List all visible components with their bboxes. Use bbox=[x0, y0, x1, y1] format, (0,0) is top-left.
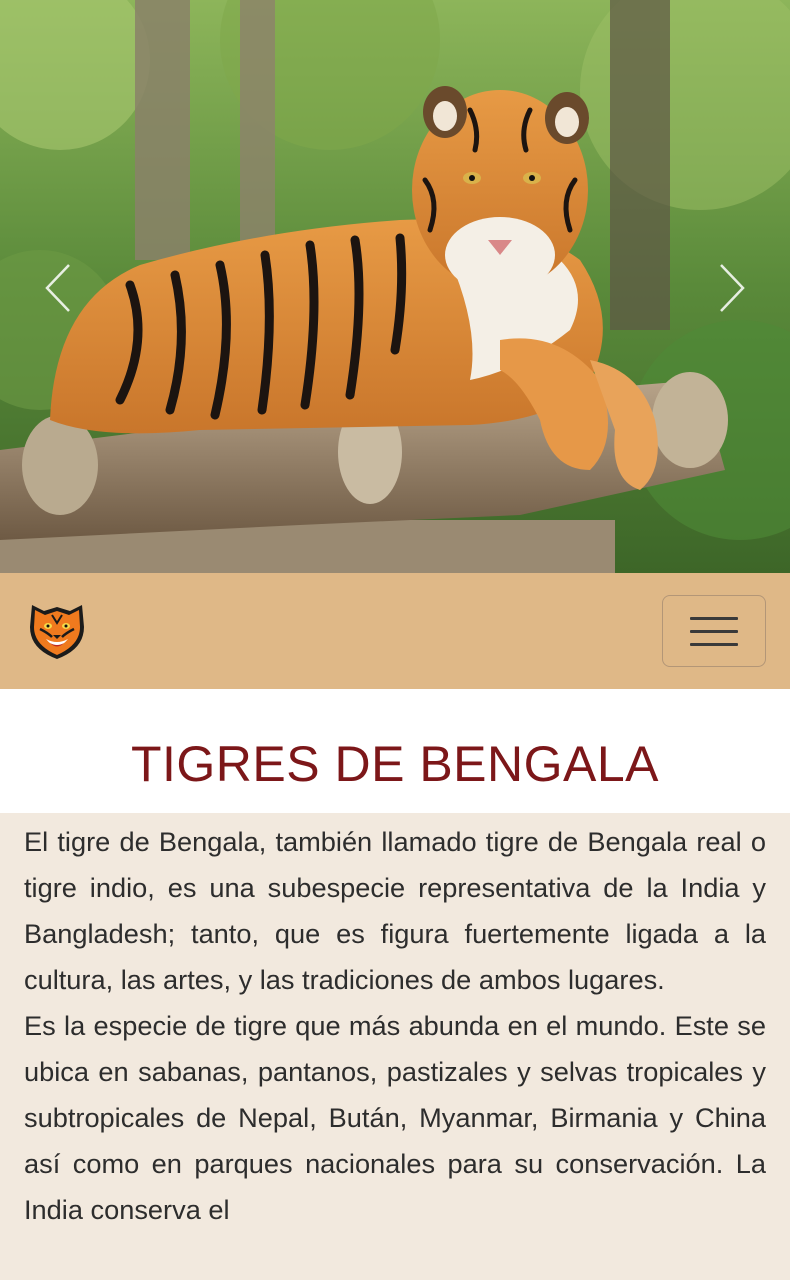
tiger-photo bbox=[0, 0, 790, 573]
hamburger-menu-button[interactable] bbox=[662, 595, 766, 667]
article-content: El tigre de Bengala, también llamado tig… bbox=[0, 813, 790, 1233]
carousel-prev-button[interactable] bbox=[38, 258, 78, 318]
tiger-head-icon bbox=[30, 604, 84, 659]
paragraph-intro: El tigre de Bengala, también llamado tig… bbox=[24, 826, 766, 995]
carousel-next-button[interactable] bbox=[712, 258, 752, 318]
navbar bbox=[0, 573, 790, 689]
chevron-right-icon bbox=[720, 264, 745, 312]
paragraph-habitat: Es la especie de tigre que más abunda en… bbox=[24, 1010, 766, 1225]
page-title: TIGRES DE BENGALA bbox=[130, 736, 660, 792]
brand-logo-link[interactable] bbox=[26, 597, 88, 666]
hamburger-menu-icon bbox=[690, 629, 738, 633]
hamburger-menu-icon bbox=[690, 616, 738, 620]
hamburger-menu-icon bbox=[690, 642, 738, 646]
hero-carousel bbox=[0, 0, 790, 573]
title-section: TIGRES DE BENGALA bbox=[0, 689, 790, 813]
chevron-left-icon bbox=[45, 264, 70, 312]
